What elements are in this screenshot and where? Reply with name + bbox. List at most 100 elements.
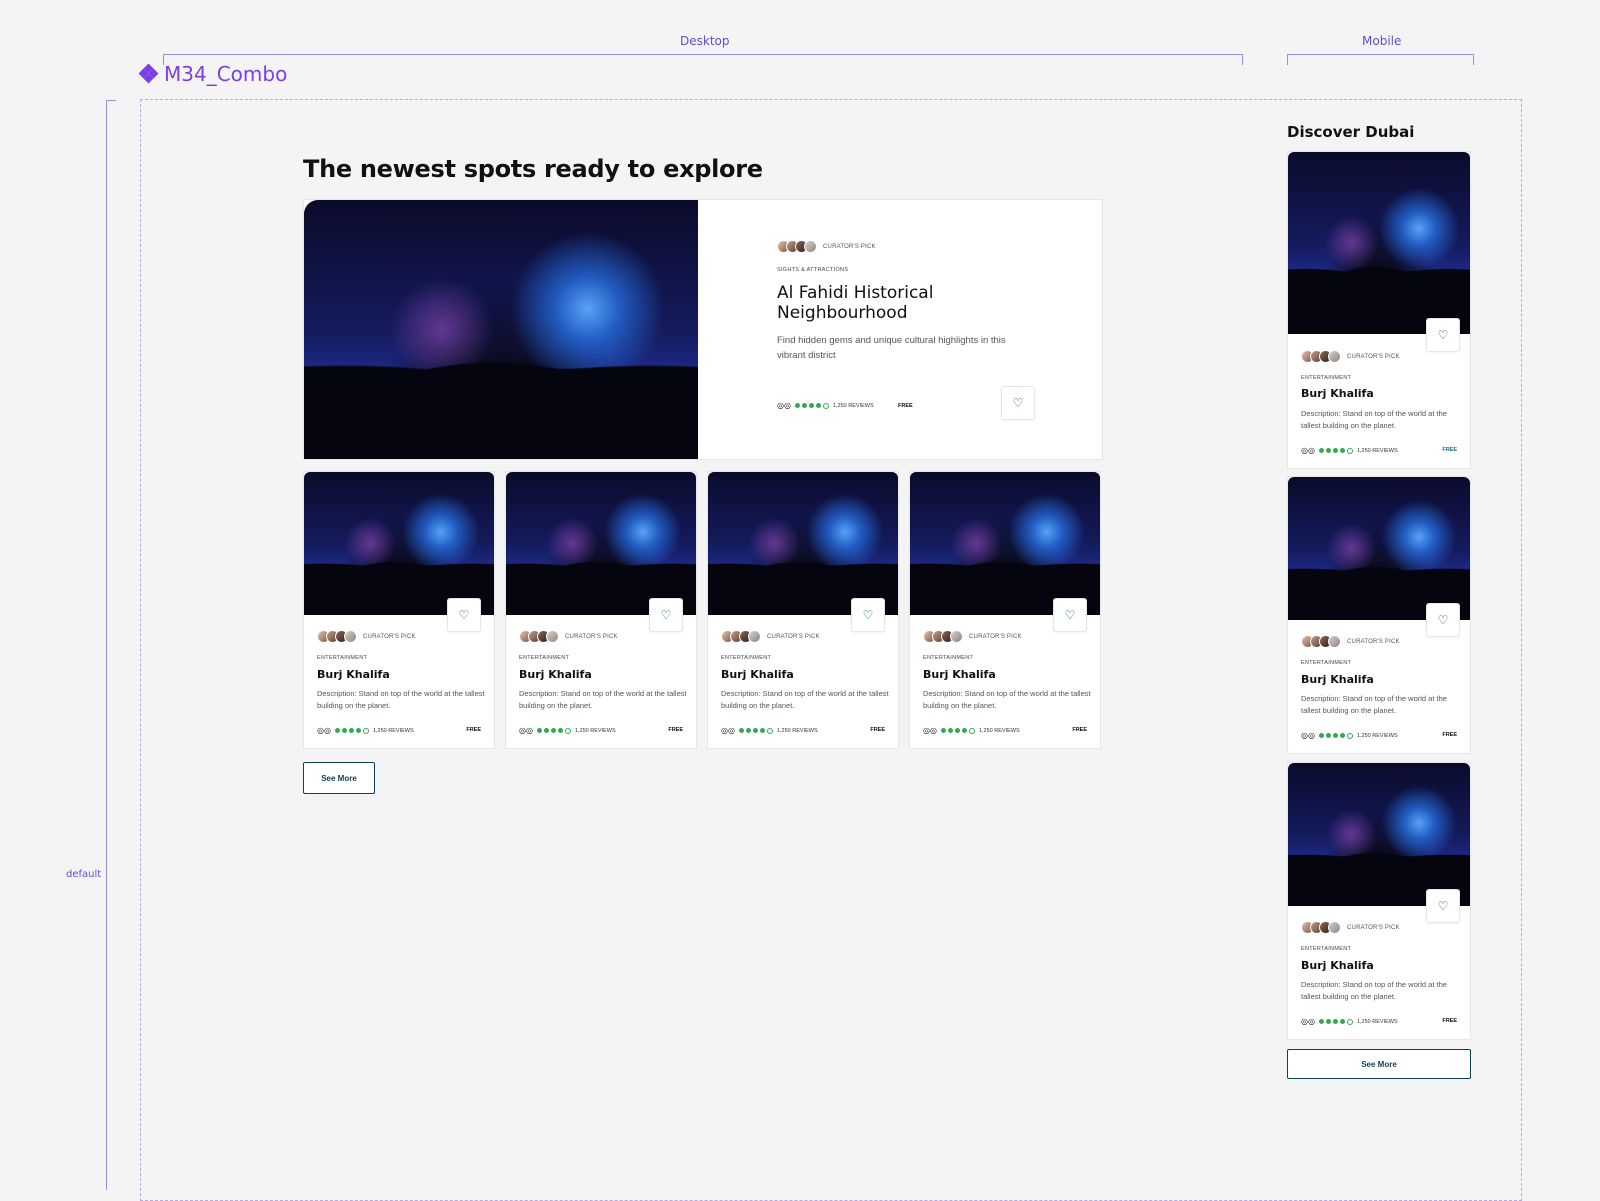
attraction-card[interactable]: ♡ CURATOR'S PICK ENTERTAINMENT Burj Khalifa…: [505, 471, 697, 749]
review-count: 1,250 REVIEWS: [832, 402, 874, 409]
card-title[interactable]: Burj Khalifa: [923, 668, 996, 681]
heart-icon: ♡: [1012, 396, 1024, 410]
review-count: 1,250 REVIEWS: [372, 727, 414, 734]
card-title[interactable]: Burj Khalifa: [1301, 387, 1374, 400]
price-label: FREE: [1442, 447, 1457, 453]
card-title[interactable]: Burj Khalifa: [519, 668, 592, 681]
hero-category: SIGHTS & ATTRACTIONS: [777, 267, 849, 273]
card-image: [1288, 763, 1470, 906]
card-title[interactable]: Burj Khalifa: [1301, 959, 1374, 972]
hero-card[interactable]: CURATOR'S PICK SIGHTS & ATTRACTIONS Al F…: [303, 199, 1103, 460]
rating-dots: [334, 727, 369, 734]
card-category: ENTERTAINMENT: [1301, 375, 1352, 381]
card-category: ENTERTAINMENT: [923, 655, 974, 661]
rating-dots: [738, 727, 773, 734]
rating-dots: [1318, 1018, 1353, 1025]
variant-line: [106, 100, 107, 1190]
card-image: [1288, 477, 1470, 620]
favorite-button[interactable]: ♡: [1053, 598, 1087, 632]
owl-icon: ◎◎: [1301, 446, 1315, 455]
review-count: 1,250 REVIEWS: [1356, 732, 1398, 739]
card-category: ENTERTAINMENT: [1301, 660, 1352, 666]
curator-pick: CURATOR'S PICK: [317, 630, 416, 643]
card-image: [506, 472, 696, 615]
card-image: [708, 472, 898, 615]
favorite-button[interactable]: ♡: [1426, 603, 1460, 637]
card-description: Description: Stand on top of the world a…: [721, 689, 889, 710]
component-name: M34_Combo: [164, 62, 288, 86]
attraction-card[interactable]: ♡ CURATOR'S PICK ENTERTAINMENT Burj Khalifa…: [1287, 762, 1471, 1040]
attraction-card[interactable]: ♡ CURATOR'S PICK ENTERTAINMENT Burj Khalifa…: [1287, 476, 1471, 754]
variant-tick: [106, 100, 116, 101]
desktop-heading: The newest spots ready to explore: [303, 155, 763, 183]
card-title[interactable]: Burj Khalifa: [1301, 673, 1374, 686]
card-rating: ◎◎ 1,250 REVIEWS: [519, 726, 616, 735]
review-count: 1,250 REVIEWS: [978, 727, 1020, 734]
see-more-button[interactable]: See More: [303, 762, 375, 794]
price-label: FREE: [1072, 727, 1087, 733]
curator-pick: CURATOR'S PICK: [1301, 921, 1400, 934]
hero-title[interactable]: Al Fahidi Historical Neighbourhood: [777, 283, 997, 323]
curator-pick: CURATOR'S PICK: [923, 630, 1022, 643]
heart-icon: ♡: [458, 608, 470, 622]
curator-avatars: [1301, 921, 1341, 934]
mobile-see-more-button[interactable]: See More: [1287, 1049, 1471, 1079]
attraction-card[interactable]: ♡ CURATOR'S PICK ENTERTAINMENT Burj Khalifa…: [909, 471, 1101, 749]
price-label: FREE: [898, 403, 913, 409]
attraction-card[interactable]: ♡ CURATOR'S PICK ENTERTAINMENT Burj Khalifa…: [707, 471, 899, 749]
price-label: FREE: [870, 727, 885, 733]
card-rating: ◎◎ 1,250 REVIEWS: [721, 726, 818, 735]
card-rating: ◎◎ 1,250 REVIEWS: [923, 726, 1020, 735]
card-category: ENTERTAINMENT: [721, 655, 772, 661]
favorite-button[interactable]: ♡: [1426, 318, 1460, 352]
owl-icon: ◎◎: [1301, 1017, 1315, 1026]
favorite-button[interactable]: ♡: [447, 598, 481, 632]
owl-icon: ◎◎: [777, 401, 791, 410]
attraction-card[interactable]: ♡ CURATOR'S PICK ENTERTAINMENT Burj Khalifa…: [1287, 151, 1471, 469]
card-rating: ◎◎ 1,250 REVIEWS: [317, 726, 414, 735]
mobile-label: Mobile: [1362, 34, 1402, 48]
curator-avatars: [1301, 350, 1341, 363]
mobile-heading: Discover Dubai: [1287, 123, 1415, 141]
curator-label: CURATOR'S PICK: [363, 633, 416, 640]
favorite-button[interactable]: ♡: [1001, 386, 1035, 420]
curator-avatars: [923, 630, 963, 643]
curator-avatars: [1301, 635, 1341, 648]
favorite-button[interactable]: ♡: [1426, 889, 1460, 923]
curator-label: CURATOR'S PICK: [823, 243, 876, 250]
curator-avatars: [519, 630, 559, 643]
card-rating: ◎◎ 1,250 REVIEWS: [1301, 731, 1398, 740]
card-title[interactable]: Burj Khalifa: [317, 668, 390, 681]
heart-icon: ♡: [1064, 608, 1076, 622]
hero-rating: ◎◎ 1,250 REVIEWS: [777, 401, 874, 410]
rating-dots: [940, 727, 975, 734]
heart-icon: ♡: [862, 608, 874, 622]
card-rating: ◎◎ 1,250 REVIEWS: [1301, 1017, 1398, 1026]
component-title[interactable]: M34_Combo: [138, 62, 288, 86]
review-count: 1,250 REVIEWS: [776, 727, 818, 734]
heart-icon: ♡: [1437, 613, 1449, 627]
owl-icon: ◎◎: [1301, 731, 1315, 740]
hero-image: [304, 200, 698, 459]
card-description: Description: Stand on top of the world a…: [317, 689, 485, 710]
card-description: Description: Stand on top of the world a…: [923, 689, 1091, 710]
card-category: ENTERTAINMENT: [519, 655, 570, 661]
variant-label: default: [66, 869, 102, 880]
favorite-button[interactable]: ♡: [649, 598, 683, 632]
curator-avatars: [317, 630, 357, 643]
attraction-card[interactable]: ♡ CURATOR'S PICK ENTERTAINMENT Burj Khalifa…: [303, 471, 495, 749]
card-description: Description: Stand on top of the world a…: [1301, 980, 1447, 1001]
card-title[interactable]: Burj Khalifa: [721, 668, 794, 681]
card-category: ENTERTAINMENT: [1301, 946, 1352, 952]
curator-label: CURATOR'S PICK: [969, 633, 1022, 640]
rating-dots: [1318, 447, 1353, 454]
price-label: FREE: [1442, 1018, 1457, 1024]
curator-pick: CURATOR'S PICK: [777, 240, 876, 253]
curator-pick: CURATOR'S PICK: [519, 630, 618, 643]
component-diamond-icon: [138, 63, 159, 84]
review-count: 1,250 REVIEWS: [574, 727, 616, 734]
curator-label: CURATOR'S PICK: [1347, 353, 1400, 360]
heart-icon: ♡: [1437, 899, 1449, 913]
favorite-button[interactable]: ♡: [851, 598, 885, 632]
desktop-label: Desktop: [680, 34, 730, 48]
